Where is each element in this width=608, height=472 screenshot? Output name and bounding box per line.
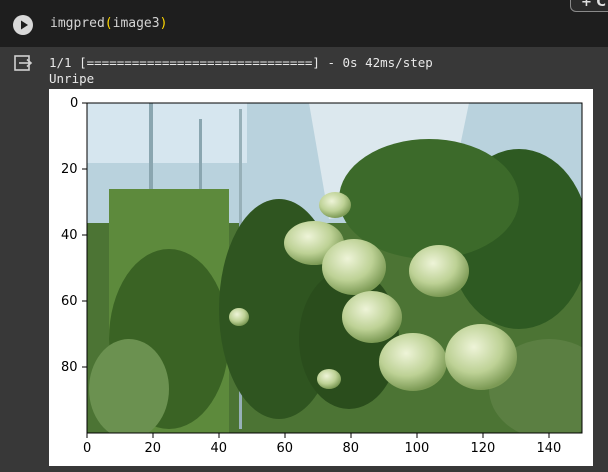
tomato-photo	[87, 103, 582, 433]
prediction-output: Unripe	[49, 71, 95, 86]
image-plot: 0 20 40 60 80 100 120 140 0 20 40 60 80	[49, 89, 593, 466]
y-tick-label: 20	[61, 161, 78, 177]
code-cell[interactable]: imgpred(image3) + C	[0, 0, 608, 47]
y-tick-label: 80	[61, 359, 78, 375]
x-tick-label: 100	[404, 441, 430, 456]
output-redirect-icon[interactable]	[13, 53, 33, 73]
progress-output: 1/1 [==============================] - 0…	[49, 55, 433, 70]
y-tick-label: 60	[61, 293, 78, 309]
y-tick-label: 0	[70, 95, 79, 111]
x-tick-label: 40	[210, 441, 228, 456]
run-cell-button[interactable]	[13, 15, 33, 35]
y-tick-label: 40	[61, 227, 78, 243]
play-icon	[21, 20, 28, 30]
code-func: imgpred	[50, 16, 105, 31]
code-paren-open: (	[104, 16, 113, 31]
code-arg: image3	[112, 16, 160, 31]
x-tick-label: 0	[83, 441, 92, 456]
add-cell-button[interactable]: + C	[570, 0, 608, 12]
x-tick-label: 20	[144, 441, 162, 456]
code-paren-close: )	[159, 16, 168, 31]
plot-canvas	[82, 102, 583, 438]
x-tick-label: 60	[276, 441, 294, 456]
x-tick-label: 120	[470, 441, 496, 456]
x-tick-label: 80	[342, 441, 360, 456]
x-tick-label: 140	[536, 441, 562, 456]
code-editor[interactable]: imgpred(image3)	[50, 16, 167, 31]
